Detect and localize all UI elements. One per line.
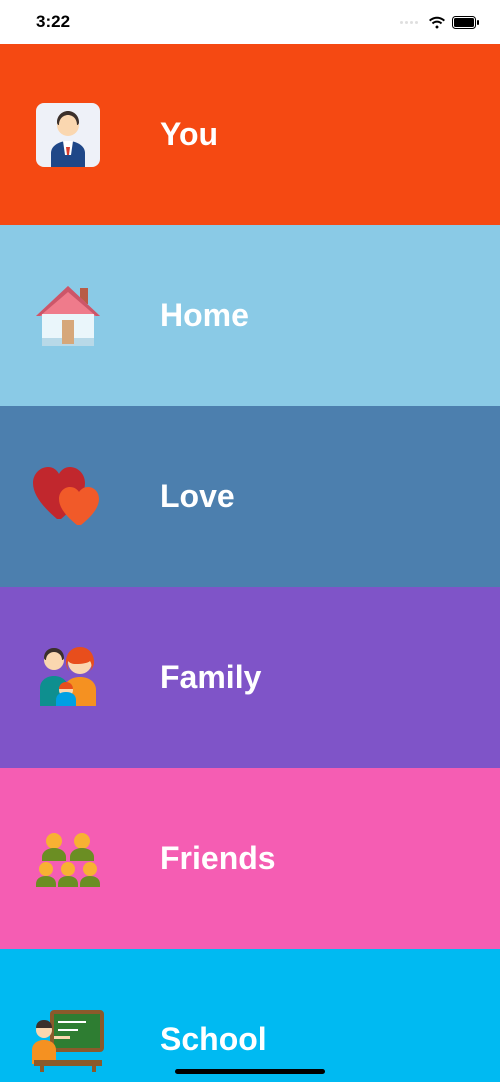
wifi-icon xyxy=(428,16,446,29)
row-label: Love xyxy=(160,478,235,515)
status-right xyxy=(400,16,480,29)
row-love[interactable]: Love xyxy=(0,406,500,587)
home-indicator xyxy=(175,1069,325,1074)
status-bar: 3:22 xyxy=(0,0,500,44)
row-label: Friends xyxy=(160,840,276,877)
hearts-icon xyxy=(30,459,106,535)
row-family[interactable]: Family xyxy=(0,587,500,768)
battery-icon xyxy=(452,16,480,29)
row-label: Family xyxy=(160,659,261,696)
row-label: Home xyxy=(160,297,249,334)
person-icon xyxy=(30,97,106,173)
row-label: You xyxy=(160,116,218,153)
house-icon xyxy=(30,278,106,354)
status-time: 3:22 xyxy=(36,12,70,32)
family-icon xyxy=(30,640,106,716)
friends-icon xyxy=(30,821,106,897)
school-icon xyxy=(30,1002,106,1078)
row-home[interactable]: Home xyxy=(0,225,500,406)
cellular-dots-icon xyxy=(400,21,418,24)
category-list: You Home Love xyxy=(0,44,500,1082)
row-label: School xyxy=(160,1021,267,1058)
row-you[interactable]: You xyxy=(0,44,500,225)
row-friends[interactable]: Friends xyxy=(0,768,500,949)
row-school[interactable]: School xyxy=(0,949,500,1082)
